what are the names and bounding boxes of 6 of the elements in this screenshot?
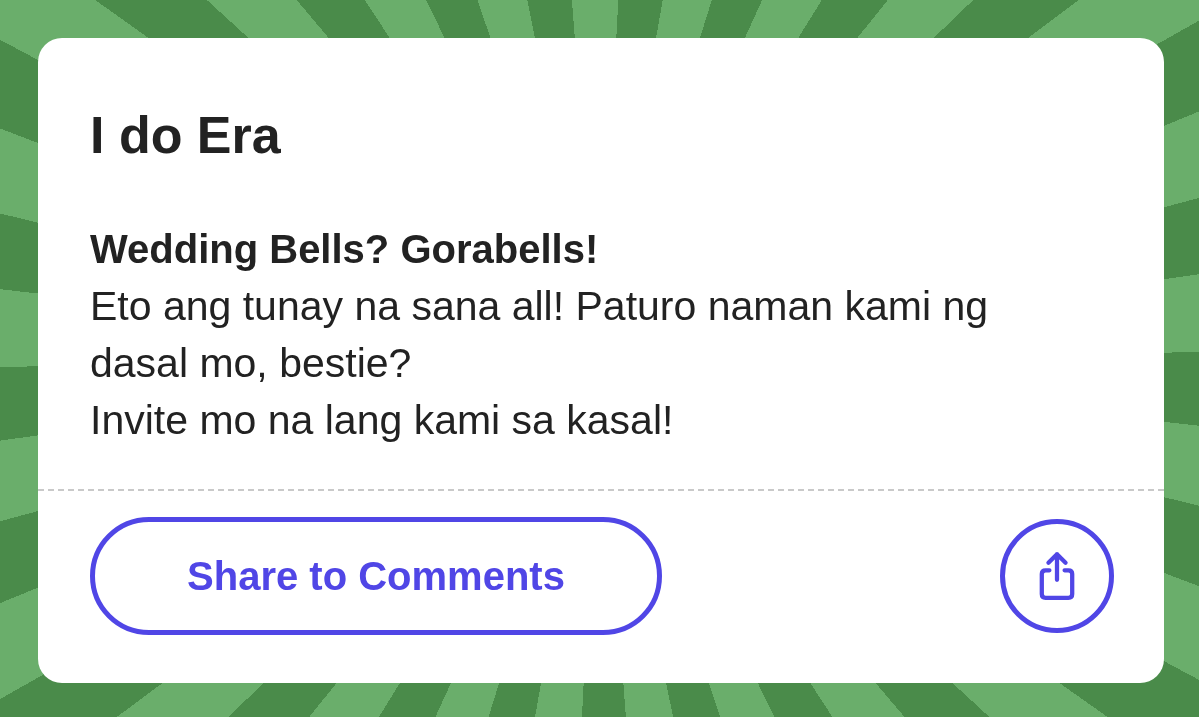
share-icon <box>1038 551 1076 601</box>
card-title: I do Era <box>90 105 281 165</box>
message-heading: Wedding Bells? Gorabells! <box>90 226 599 273</box>
message-text: Eto ang tunay na sana all! Paturo naman kami ng dasal mo, bestie? <box>90 282 990 388</box>
message-text: Invite mo na lang kami sa kasal! <box>90 396 674 445</box>
share-to-comments-button[interactable]: Share to Comments <box>90 517 662 635</box>
